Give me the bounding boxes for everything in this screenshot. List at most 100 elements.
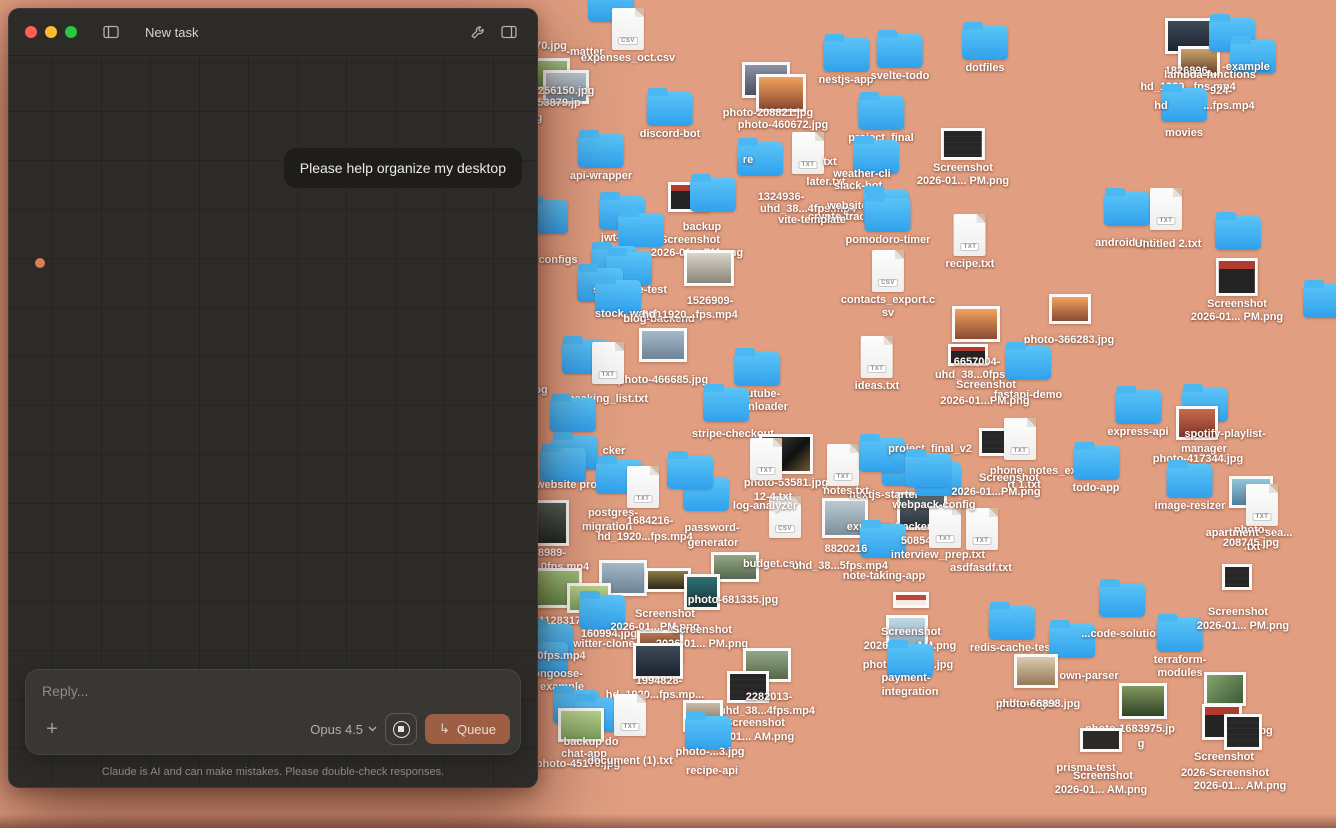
desktop-item-label[interactable]: 01... AM.png	[730, 731, 794, 744]
desktop-item[interactable]	[1119, 683, 1167, 719]
desktop-item-label[interactable]: asdfasdf.txt	[950, 562, 1012, 575]
txt-file-icon[interactable]: TXT	[966, 508, 998, 550]
desktop-item[interactable]: 2026-01...PM.png	[940, 395, 1029, 408]
photo-thumbnail[interactable]	[1049, 294, 1091, 324]
desktop-item[interactable]	[1215, 216, 1261, 250]
desktop-folder[interactable]	[703, 388, 749, 422]
reply-composer[interactable]: Reply... + Opus 4.5 ↳ Queue	[25, 669, 521, 755]
txt-file-icon[interactable]: TXT	[954, 214, 986, 256]
desktop-item[interactable]: photo-66898.jpg	[996, 698, 1080, 711]
desktop-item[interactable]	[685, 716, 731, 750]
desktop-item-label[interactable]: Untitled 2.txt	[1135, 238, 1202, 251]
desktop-folder[interactable]	[905, 453, 951, 487]
desktop-item[interactable]: svelte-todo	[871, 34, 930, 83]
desktop-item-label[interactable]: photo-460672.jpg	[738, 119, 828, 132]
txt-file-icon[interactable]: TXT	[1246, 484, 1278, 526]
desktop-item-label[interactable]: document (1).txt	[587, 755, 673, 768]
desktop-item-label[interactable]: 1526909-	[687, 295, 734, 308]
desktop-item[interactable]: photo-681335.jpg	[688, 594, 778, 607]
desktop-item[interactable]: TXTrecipe.txt	[946, 214, 995, 271]
screenshot-thumbnail[interactable]	[1080, 728, 1122, 752]
desktop-item-label[interactable]: Screenshot	[1073, 770, 1133, 783]
desktop-item-label[interactable]: 2282013-	[746, 691, 793, 704]
desktop-item-label[interactable]: contacts_export.c sv	[841, 294, 935, 320]
desktop-item[interactable]: own-parser	[1059, 670, 1118, 683]
desktop-item[interactable]: TXT	[966, 508, 998, 550]
desktop-folder[interactable]	[1099, 583, 1145, 617]
desktop-folder[interactable]	[1115, 390, 1161, 424]
desktop-item[interactable]	[1204, 672, 1246, 706]
minimize-button[interactable]	[45, 26, 57, 38]
desktop-item[interactable]: TXTideas.txt	[855, 336, 900, 393]
desktop-item[interactable]: interview_prep.txt	[891, 549, 985, 562]
desktop-item-label[interactable]: 6657004-	[954, 356, 1001, 369]
desktop-item-label[interactable]: Screenshot	[881, 626, 941, 639]
desktop-item-label[interactable]: discord-bot	[640, 128, 701, 141]
photo-thumbnail[interactable]	[1204, 672, 1246, 706]
desktop-item-label[interactable]: 70.jpg	[535, 40, 567, 53]
desktop-item-label[interactable]: Screenshot 2026-01... PM.png	[917, 162, 1009, 188]
desktop-folder[interactable]	[865, 198, 911, 232]
desktop-folder[interactable]	[1005, 346, 1051, 380]
desktop-item[interactable]	[1303, 284, 1336, 318]
desktop-item-label[interactable]: g	[1138, 738, 1145, 751]
desktop-folder[interactable]	[540, 448, 586, 482]
desktop-item-label[interactable]: svelte-todo	[871, 70, 930, 83]
desktop-folder[interactable]	[578, 134, 624, 168]
queue-button[interactable]: ↳ Queue	[425, 714, 510, 744]
desktop-item[interactable]	[550, 398, 596, 432]
desktop-item-label[interactable]: Screenshot	[1208, 606, 1268, 619]
desktop-item-label[interactable]: hd	[1154, 100, 1167, 113]
desktop-item-label[interactable]: own-parser	[1059, 670, 1118, 683]
desktop-item[interactable]: 8820216	[825, 543, 868, 556]
desktop-item[interactable]: TXT	[1004, 418, 1036, 460]
desktop-item[interactable]: 1994828-	[636, 675, 683, 688]
desktop-item[interactable]: CSVcontacts_export.c sv	[841, 250, 935, 320]
desktop-item[interactable]	[667, 455, 713, 489]
desktop-folder[interactable]	[667, 455, 713, 489]
tools-wrench-icon[interactable]	[465, 20, 489, 44]
desktop-folder[interactable]	[550, 398, 596, 432]
desktop-folder[interactable]	[618, 213, 664, 247]
desktop-item-label[interactable]: 2026-01... PM.png	[1197, 620, 1289, 633]
desktop-item[interactable]: asdfasdf.txt	[950, 562, 1012, 575]
desktop-item[interactable]: ongoose-	[533, 668, 583, 681]
desktop-item-label[interactable]: photo-466685.jpg	[618, 374, 708, 387]
desktop-item-label[interactable]: re	[743, 154, 753, 167]
desktop-item[interactable]: todo-app	[1072, 446, 1119, 495]
desktop-folder[interactable]	[647, 92, 693, 126]
desktop-folder[interactable]	[685, 716, 731, 750]
screenshot-thumbnail[interactable]	[1224, 714, 1262, 750]
desktop-item[interactable]: backup	[683, 221, 722, 234]
screenshot-thumbnail[interactable]	[1216, 258, 1258, 296]
desktop-item[interactable]: redis-cache-test	[970, 606, 1054, 655]
desktop-item-label[interactable]: 253879.jp	[531, 97, 581, 110]
desktop-item-label[interactable]: movies	[1165, 127, 1203, 140]
txt-file-icon[interactable]: TXT	[627, 466, 659, 508]
desktop-item[interactable]: TXT	[627, 466, 659, 508]
desktop-item[interactable]: TXT	[750, 438, 782, 480]
desktop-item-label[interactable]: spotify-playlist-	[1184, 428, 1265, 441]
desktop-item-label[interactable]: nestjs-app	[818, 74, 873, 87]
close-button[interactable]	[25, 26, 37, 38]
desktop-folder[interactable]	[1161, 88, 1207, 122]
desktop-item-label[interactable]: api-wrapper	[570, 170, 632, 183]
desktop-folder[interactable]	[690, 178, 736, 212]
desktop-item[interactable]: Screenshot	[660, 234, 720, 247]
desktop-item-label[interactable]: 2026-01... AM.png	[1194, 780, 1287, 793]
desktop-item[interactable]	[1099, 583, 1145, 617]
desktop-item[interactable]	[905, 453, 951, 487]
desktop-item-label[interactable]: 2026-01... AM.png	[1055, 784, 1148, 797]
desktop-item[interactable]	[618, 213, 664, 247]
desktop-folder[interactable]	[1104, 192, 1150, 226]
desktop-item[interactable]	[540, 448, 586, 482]
desktop-item-label[interactable]: Screenshot	[635, 608, 695, 621]
desktop-item[interactable]: TXT	[592, 342, 624, 384]
desktop-item-label[interactable]: ideas.txt	[855, 380, 900, 393]
desktop-item-label[interactable]: todo-app	[1072, 482, 1119, 495]
photo-thumbnail[interactable]	[639, 328, 687, 362]
desktop-item-label[interactable]: notes.txt	[823, 485, 869, 498]
photo-thumbnail[interactable]	[535, 500, 569, 546]
desktop-item[interactable]: generator	[688, 537, 739, 550]
desktop-folder[interactable]	[1167, 464, 1213, 498]
